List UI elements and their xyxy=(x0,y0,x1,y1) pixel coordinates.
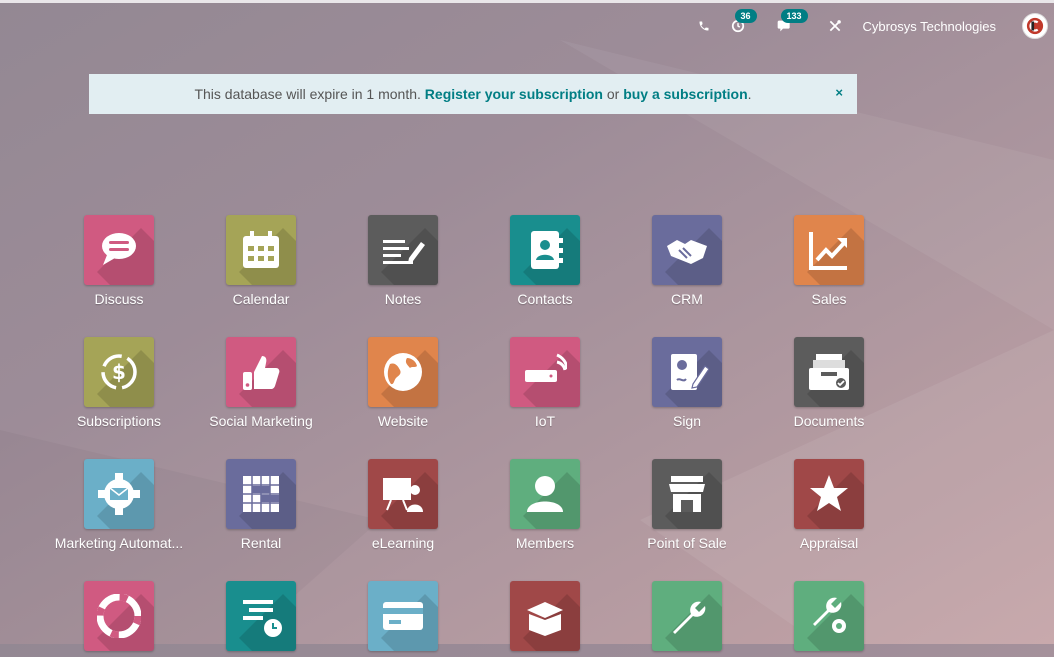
tools-icon xyxy=(829,20,841,32)
app-discuss[interactable]: Discuss xyxy=(48,215,190,307)
app-label: Documents xyxy=(793,413,865,429)
app-label: Sign xyxy=(672,413,702,429)
iot-device-icon xyxy=(510,337,580,407)
app-label: Marketing Automat... xyxy=(54,535,184,551)
svg-text:$: $ xyxy=(112,360,126,384)
app-marketing-automat[interactable]: Marketing Automat... xyxy=(48,459,190,551)
alert-or-text: or xyxy=(606,86,620,102)
messages-button[interactable]: 133 xyxy=(771,9,821,40)
gear-mail-icon xyxy=(84,459,154,529)
recurring-dollar-icon: $ xyxy=(84,337,154,407)
app-label: Members xyxy=(515,535,575,551)
app-label: Notes xyxy=(384,291,422,307)
expiration-alert: This database will expire in 1 month. Re… xyxy=(89,74,857,114)
lifebuoy-icon xyxy=(84,581,154,651)
app-label: Rental xyxy=(240,535,282,551)
activity-button[interactable]: 36 xyxy=(723,9,767,40)
app-label: Appraisal xyxy=(799,535,859,551)
buy-subscription-link[interactable]: buy a subscription xyxy=(623,86,747,102)
app-label: IoT xyxy=(534,413,556,429)
rental-grid-icon xyxy=(226,459,296,529)
phone-button[interactable] xyxy=(693,12,715,40)
app-point-of-sale[interactable]: Point of Sale xyxy=(616,459,758,551)
top-border xyxy=(0,0,1054,3)
shop-icon xyxy=(652,459,722,529)
company-switcher[interactable]: Cybrosys Technologies xyxy=(863,19,996,34)
handshake-icon xyxy=(652,215,722,285)
app-label: Calendar xyxy=(232,291,290,307)
app-rental[interactable]: Rental xyxy=(190,459,332,551)
alert-period: . xyxy=(747,86,752,102)
app-label: Discuss xyxy=(94,291,144,307)
thumbs-up-icon xyxy=(226,337,296,407)
app-label: Website xyxy=(377,413,429,429)
trend-chart-icon xyxy=(794,215,864,285)
app-wrench-gear[interactable] xyxy=(758,581,900,657)
app-elearning[interactable]: eLearning xyxy=(332,459,474,551)
payment-card-icon xyxy=(368,581,438,651)
app-sign[interactable]: Sign xyxy=(616,337,758,429)
systray: 36 133 Cybrosys Technologies xyxy=(693,9,1054,40)
app-label: Point of Sale xyxy=(647,535,727,551)
app-appraisal[interactable]: Appraisal xyxy=(758,459,900,551)
planning-icon xyxy=(226,581,296,651)
debug-tools-button[interactable] xyxy=(825,12,845,40)
notes-icon xyxy=(368,215,438,285)
documents-tray-icon xyxy=(794,337,864,407)
app-payment-card[interactable] xyxy=(332,581,474,657)
presentation-icon xyxy=(368,459,438,529)
app-open-box[interactable] xyxy=(474,581,616,657)
sign-document-icon xyxy=(652,337,722,407)
alert-text: This database will expire in 1 month. xyxy=(194,86,421,102)
contacts-book-icon xyxy=(510,215,580,285)
app-notes[interactable]: Notes xyxy=(332,215,474,307)
app-label: Sales xyxy=(811,291,847,307)
app-website[interactable]: Website xyxy=(332,337,474,429)
phone-icon xyxy=(699,21,709,31)
app-crm[interactable]: CRM xyxy=(616,215,758,307)
register-subscription-link[interactable]: Register your subscription xyxy=(425,86,603,102)
app-documents[interactable]: Documents xyxy=(758,337,900,429)
app-calendar[interactable]: Calendar xyxy=(190,215,332,307)
app-contacts[interactable]: Contacts xyxy=(474,215,616,307)
app-social-marketing[interactable]: Social Marketing xyxy=(190,337,332,429)
app-label: CRM xyxy=(671,291,703,307)
wrench-gear-icon xyxy=(794,581,864,651)
app-label: Social Marketing xyxy=(209,413,313,429)
messages-badge: 133 xyxy=(780,9,808,23)
activity-badge: 36 xyxy=(734,9,757,23)
wrench-icon xyxy=(652,581,722,651)
star-icon xyxy=(794,459,864,529)
app-members[interactable]: Members xyxy=(474,459,616,551)
app-iot[interactable]: IoT xyxy=(474,337,616,429)
app-sales[interactable]: Sales xyxy=(758,215,900,307)
user-logo-icon xyxy=(1026,17,1044,35)
app-label: Contacts xyxy=(517,291,573,307)
close-icon[interactable]: × xyxy=(835,85,843,100)
user-avatar[interactable] xyxy=(1022,13,1048,39)
chat-bubble-icon xyxy=(84,215,154,285)
member-icon xyxy=(510,459,580,529)
app-subscriptions[interactable]: $ Subscriptions xyxy=(48,337,190,429)
globe-icon xyxy=(368,337,438,407)
app-label: eLearning xyxy=(371,535,435,551)
app-wrench[interactable] xyxy=(616,581,758,657)
app-label: Subscriptions xyxy=(76,413,162,429)
open-box-icon xyxy=(510,581,580,651)
app-lifebuoy[interactable] xyxy=(48,581,190,657)
app-planning[interactable] xyxy=(190,581,332,657)
calendar-icon xyxy=(226,215,296,285)
